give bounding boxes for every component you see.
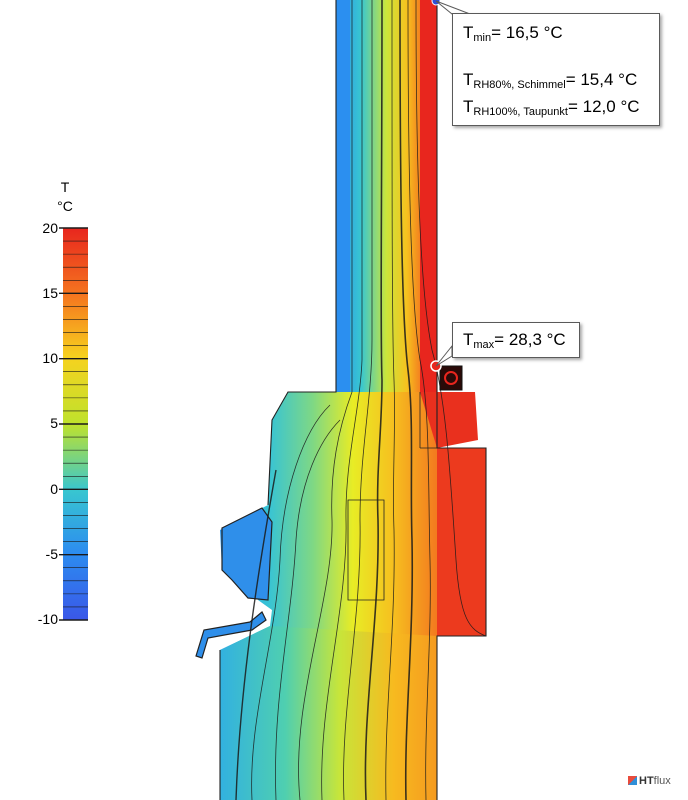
legend-tick-5: 5 xyxy=(50,415,58,431)
htflux-logo: HTflux xyxy=(628,775,671,787)
legend-tick-15: 15 xyxy=(42,285,58,301)
tmax-callout: Tmax= 28,3 °C xyxy=(452,322,580,358)
legend-tick-minus10: -10 xyxy=(37,611,58,627)
tmax-pointer xyxy=(435,344,453,367)
legend-title-symbol: T xyxy=(60,179,70,195)
legend-title: T °C xyxy=(46,178,84,216)
legend-tick-10: 10 xyxy=(42,350,58,366)
tmin-callout: Tmin= 16,5 °C TRH80%, Schimmel= 15,4 °C … xyxy=(452,13,660,126)
htflux-logo-icon xyxy=(628,776,637,785)
trh100-row: TRH100%, Taupunkt= 12,0 °C xyxy=(463,97,640,118)
legend-tick-20: 20 xyxy=(42,220,58,236)
legend-colorbar xyxy=(59,227,88,621)
tmax-row: Tmax= 28,3 °C xyxy=(463,330,566,351)
legend-tick-minus5: -5 xyxy=(45,546,58,562)
legend-tick-0: 0 xyxy=(50,481,58,497)
trh80-row: TRH80%, Schimmel= 15,4 °C xyxy=(463,70,638,91)
upper-wall xyxy=(336,0,437,392)
legend-title-unit: °C xyxy=(57,198,73,214)
tmin-row: Tmin= 16,5 °C xyxy=(463,23,563,44)
seal-gasket xyxy=(439,365,463,391)
